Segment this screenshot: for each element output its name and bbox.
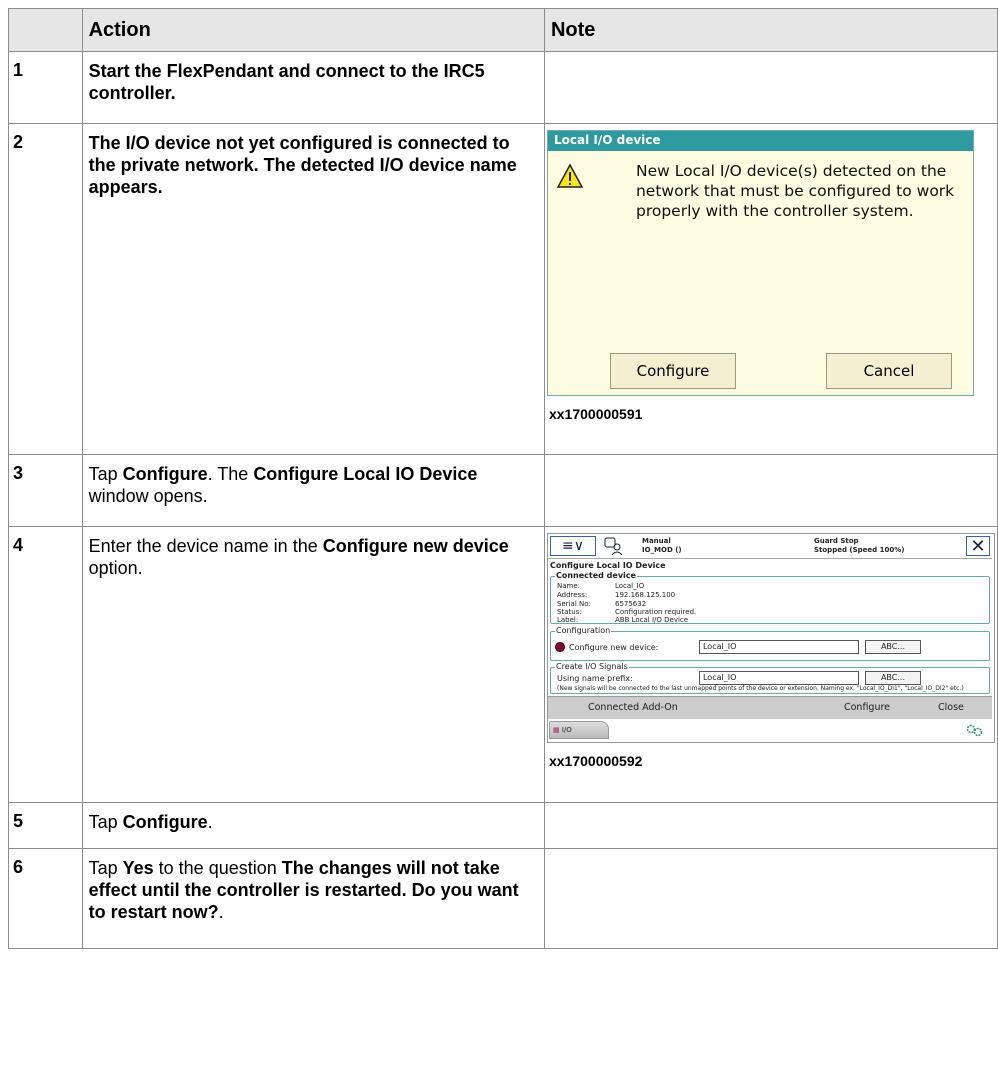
table-row: 4 Enter the device name in the Configure… xyxy=(8,526,998,803)
table-row: 2 The I/O device not yet configured is c… xyxy=(8,123,998,455)
step-note xyxy=(543,802,998,849)
close-icon[interactable]: ✕ xyxy=(965,536,990,557)
step-action: The I/O device not yet configured is con… xyxy=(81,123,545,455)
configure-button[interactable]: Configure xyxy=(609,353,736,389)
dialog-message: New Local I/O device(s) detected on the … xyxy=(635,162,955,220)
step-note xyxy=(543,51,998,124)
create-io-signals-group: Create I/O Signals Using name prefix: Lo… xyxy=(549,662,990,694)
abb-menu-button[interactable]: ≡∨ xyxy=(549,536,596,556)
step-action: Start the FlexPendant and connect to the… xyxy=(81,51,545,124)
step-action: Tap Configure. The Configure Local IO De… xyxy=(81,454,545,527)
steps-table: Action Note 1 Start the FlexPendant and … xyxy=(8,8,998,949)
step-action: Enter the device name in the Configure n… xyxy=(81,526,545,803)
cancel-button[interactable]: Cancel xyxy=(825,353,952,389)
local-io-dialog-figure: Local I/O device New Local I/O device(s)… xyxy=(546,130,974,396)
step-number: 4 xyxy=(8,526,83,803)
header-row: Action Note xyxy=(8,8,998,52)
table-row: 1 Start the FlexPendant and connect to t… xyxy=(8,51,998,124)
gear-icon[interactable] xyxy=(964,723,984,737)
step-note xyxy=(543,454,998,527)
header-action: Action xyxy=(81,8,545,52)
connected-addon-button[interactable]: Connected Add-On xyxy=(588,702,678,713)
warning-icon xyxy=(556,163,584,188)
status-state: Guard Stop Stopped (Speed 100%) xyxy=(813,537,905,554)
io-tab[interactable]: ▦ I/O xyxy=(548,721,609,739)
device-name-field[interactable]: Local_IO xyxy=(698,640,859,654)
step-number: 2 xyxy=(8,123,83,455)
step-action: Tap Yes to the question The changes will… xyxy=(81,848,545,949)
abc-keyboard-button[interactable]: ABC... xyxy=(864,640,921,654)
header-num xyxy=(8,8,83,52)
step-number: 3 xyxy=(8,454,83,527)
step-action: Tap Configure. xyxy=(81,802,545,849)
configuration-group: Configuration Configure new device: Loca… xyxy=(549,626,990,661)
figure-id: xx1700000591 xyxy=(548,406,643,422)
window-title: Configure Local IO Device xyxy=(549,561,666,570)
command-bar: Connected Add-On Configure Close xyxy=(547,696,992,719)
step-note: Local I/O device New Local I/O device(s)… xyxy=(543,123,998,455)
dialog-title: Local I/O device xyxy=(547,131,973,151)
io-icon: ▦ xyxy=(552,726,560,734)
status-mode: Manual IO_MOD () xyxy=(641,537,682,554)
status-bar: ≡∨ Manual IO_MOD () Guard Stop Stopped (Sp… xyxy=(547,534,992,559)
configure-button[interactable]: Configure xyxy=(844,702,890,713)
table-row: 5 Tap Configure. xyxy=(8,802,998,849)
operator-window-icon[interactable] xyxy=(604,537,624,555)
table-row: 3 Tap Configure. The Configure Local IO … xyxy=(8,454,998,527)
table-row: 6 Tap Yes to the question The changes wi… xyxy=(8,848,998,949)
header-note: Note xyxy=(543,8,998,52)
connected-device-group: Connected device Name: Local_IO Address:… xyxy=(549,571,990,624)
step-note: ≡∨ Manual IO_MOD () Guard Stop Stopped (Sp… xyxy=(543,526,998,803)
task-bar: ▦ I/O xyxy=(547,719,992,741)
flexpendant-figure: ≡∨ Manual IO_MOD () Guard Stop Stopped (Sp… xyxy=(546,533,995,743)
step-number: 1 xyxy=(8,51,83,124)
step-number: 5 xyxy=(8,802,83,849)
close-button[interactable]: Close xyxy=(938,702,964,713)
step-note xyxy=(543,848,998,949)
abc-keyboard-button[interactable]: ABC... xyxy=(864,671,921,685)
step-number: 6 xyxy=(8,848,83,949)
figure-id: xx1700000592 xyxy=(548,753,643,769)
name-prefix-field[interactable]: Local_IO xyxy=(698,671,859,685)
configure-new-device-radio[interactable] xyxy=(554,642,565,652)
